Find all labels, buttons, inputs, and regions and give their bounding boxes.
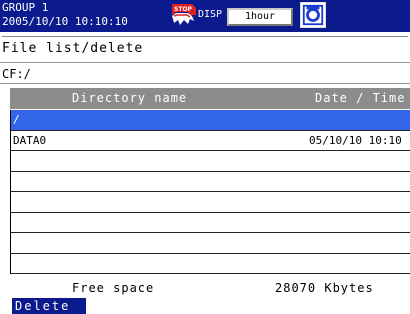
- stop-badge-text: STOP: [174, 6, 193, 13]
- table-row-empty: [11, 151, 410, 172]
- display-interval: 1hour: [227, 8, 293, 26]
- free-space-label: Free space: [72, 281, 155, 295]
- group-name: GROUP 1: [2, 1, 49, 14]
- status-bar: GROUP 1 2005/10/10 10:10:10 STOP DISP 1h…: [0, 0, 410, 32]
- directory-list: / DATA0 05/10/10 10:10: [10, 110, 410, 274]
- current-path: CF:/: [0, 62, 410, 84]
- page-title: File list/delete: [2, 36, 408, 60]
- memory-card-icon: [300, 2, 326, 28]
- stop-recording-icon: STOP: [168, 2, 198, 28]
- table-row-empty: [11, 192, 410, 213]
- table-row[interactable]: DATA0 05/10/10 10:10: [11, 131, 410, 151]
- row-date: 05/10/10 10:10: [309, 133, 402, 147]
- table-row-empty: [11, 172, 410, 192]
- table-row-empty: [11, 213, 410, 233]
- column-header-date: Date / Time: [315, 91, 406, 105]
- disp-label: DISP: [198, 9, 223, 20]
- table-row-empty: [11, 254, 410, 274]
- column-header-name: Directory name: [72, 91, 188, 105]
- date-time: 2005/10/10 10:10:10: [2, 15, 128, 28]
- table-header: Directory name Date / Time: [10, 88, 410, 109]
- row-name: /: [13, 113, 20, 126]
- delete-button[interactable]: Delete: [12, 298, 86, 314]
- table-row-root[interactable]: /: [11, 110, 410, 131]
- free-space-value: 28070 Kbytes: [275, 281, 374, 295]
- table-row-empty: [11, 233, 410, 254]
- row-name: DATA0: [13, 133, 47, 147]
